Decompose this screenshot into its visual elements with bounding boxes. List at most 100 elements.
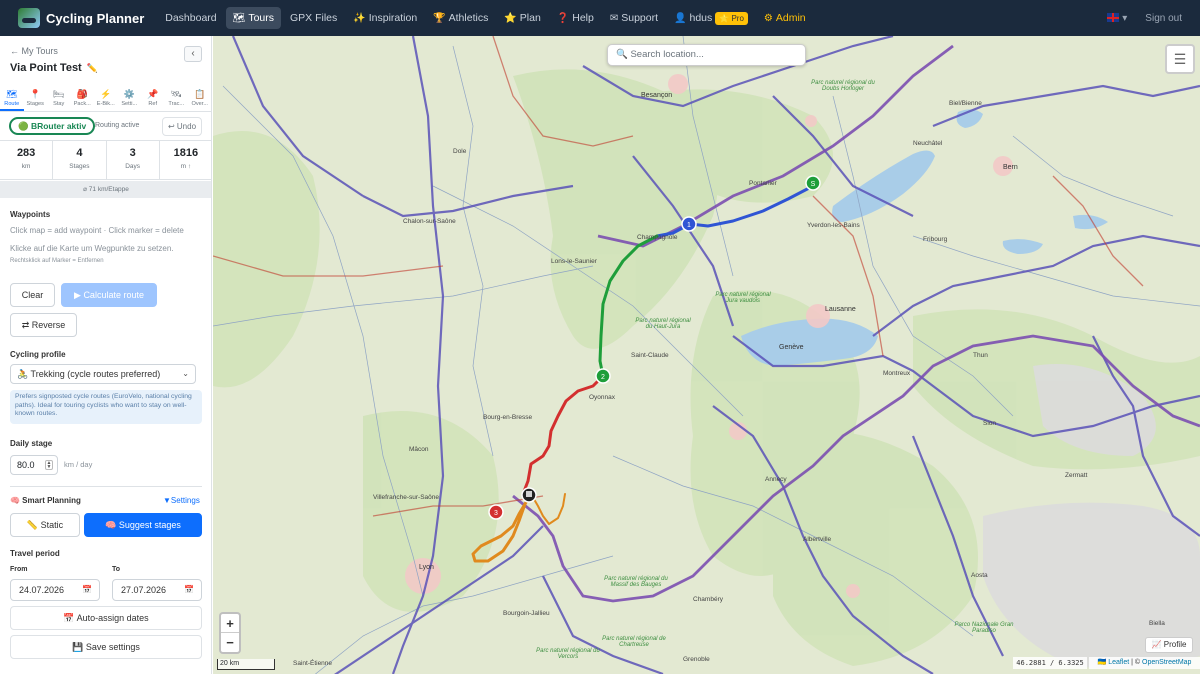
tab-ebike-label: E-Bik... bbox=[96, 101, 115, 107]
map-place-label: Lausanne bbox=[825, 306, 856, 313]
calendar-icon[interactable]: 📅 bbox=[184, 580, 194, 600]
layers-button[interactable]: ☰ bbox=[1165, 44, 1195, 74]
waypoint-marker-label: 3 bbox=[494, 510, 498, 517]
to-date-input[interactable]: 27.07.2026 📅 bbox=[112, 579, 202, 601]
zoom-in-button[interactable]: + bbox=[221, 614, 239, 633]
daily-stage-unit: km / day bbox=[64, 460, 93, 469]
map-park-label: Parco Nazionale Gran Paradiso bbox=[954, 622, 1014, 634]
map-place-label: Sion bbox=[983, 420, 997, 427]
tab-tracking[interactable]: 🛰 Trac... bbox=[165, 86, 189, 111]
map[interactable]: 1 2 3 S Besançon Lons-le-Saunier Bourg-e… bbox=[213, 36, 1200, 674]
layers-icon: ☰ bbox=[1173, 51, 1187, 67]
nav-user[interactable]: 👤 hdus ⭐ Pro bbox=[667, 7, 755, 29]
to-label: To bbox=[112, 566, 121, 573]
nav-athletics-label: Athletics bbox=[448, 12, 489, 24]
stat-unit: Days bbox=[125, 163, 141, 170]
nav-inspiration[interactable]: ✨ Inspiration bbox=[346, 7, 424, 29]
stat-stages: 4 Stages bbox=[53, 141, 107, 179]
nav-tours[interactable]: 🗺 Tours bbox=[225, 7, 282, 29]
tab-stages[interactable]: 📍 Stages bbox=[24, 86, 48, 111]
profile-button[interactable]: 📈 Profile bbox=[1145, 637, 1193, 653]
profile-info: Prefers signposted cycle routes (EuroVel… bbox=[10, 390, 202, 424]
map-place-label: Dole bbox=[453, 148, 467, 155]
leaflet-link[interactable]: 🇺🇦 Leaflet bbox=[1098, 659, 1130, 666]
sign-out-link[interactable]: Sign out bbox=[1145, 13, 1182, 24]
gear-icon: ⚙️ bbox=[123, 89, 135, 99]
map-place-label: Zermatt bbox=[1065, 472, 1088, 479]
stat-days: 3 Days bbox=[107, 141, 160, 179]
tab-settings[interactable]: ⚙️ Setti... bbox=[118, 86, 142, 111]
nav-help[interactable]: ❓ Help bbox=[550, 7, 601, 29]
tab-overview[interactable]: 📋 Over... bbox=[188, 86, 211, 111]
map-search-input[interactable]: 🔍 Search location... bbox=[607, 44, 806, 66]
nav-admin[interactable]: ⚙ Admin bbox=[757, 7, 813, 29]
daily-stage-input[interactable]: 80.0 ▲ ▼ bbox=[10, 455, 58, 475]
auto-assign-dates-button[interactable]: 📅 Auto-assign dates bbox=[10, 606, 202, 630]
nav-gpx-files[interactable]: GPX Files bbox=[283, 7, 344, 29]
save-settings-button[interactable]: 💾 Save settings bbox=[10, 635, 202, 659]
stat-unit: Stages bbox=[69, 163, 90, 170]
pencil-icon[interactable]: ✏️ bbox=[87, 63, 98, 73]
tab-ref[interactable]: 📌 Ref bbox=[141, 86, 165, 111]
tab-stay-label: Stay bbox=[53, 101, 65, 107]
tour-title: Via Point Test ✏️ bbox=[10, 62, 98, 74]
uk-flag-icon bbox=[1107, 13, 1120, 23]
static-button[interactable]: 📏 Static bbox=[10, 513, 80, 537]
trophy-icon: 🏆 bbox=[433, 13, 446, 24]
map-place-label: Montreux bbox=[883, 370, 911, 377]
nav-plan[interactable]: ⭐ Plan bbox=[497, 7, 547, 29]
top-navbar: Cycling Planner Dashboard 🗺 Tours GPX Fil… bbox=[0, 0, 1200, 36]
calendar-icon[interactable]: 📅 bbox=[82, 580, 92, 600]
map-place-label: Yverdon-les-Bains bbox=[807, 222, 860, 229]
per-stage-average: ⌀ 71 km/Etappe bbox=[0, 181, 211, 198]
map-place-label: Fribourg bbox=[923, 236, 948, 243]
tab-stay[interactable]: 🛏 Stay bbox=[47, 86, 71, 111]
reverse-button[interactable]: ⇄ Reverse bbox=[10, 313, 77, 337]
map-place-label: Champagnole bbox=[637, 234, 678, 241]
from-date-input[interactable]: 24.07.2026 📅 bbox=[10, 579, 100, 601]
calculate-route-button[interactable]: ▶ Calculate route bbox=[61, 283, 157, 307]
backpack-icon: 🎒 bbox=[76, 89, 88, 99]
zoom-out-button[interactable]: − bbox=[221, 633, 239, 652]
map-place-label: Bourg-en-Bresse bbox=[483, 414, 533, 421]
back-to-tours-link[interactable]: ← My Tours bbox=[10, 46, 58, 56]
tab-tracking-label: Trac... bbox=[168, 101, 185, 107]
brand[interactable]: Cycling Planner bbox=[18, 8, 144, 28]
daily-stage-value: 80.0 bbox=[17, 460, 35, 470]
tab-ebike[interactable]: ⚡ E-Bik... bbox=[94, 86, 118, 111]
map-place-label: Annecy bbox=[765, 476, 787, 483]
pushpin-icon: 📌 bbox=[147, 89, 159, 99]
stat-distance: 283 km bbox=[0, 141, 54, 179]
language-switcher[interactable]: ▾ bbox=[1107, 13, 1127, 24]
map-park-label: Parc naturel régional du Haut-Jura bbox=[635, 318, 691, 330]
map-place-label: Besançon bbox=[641, 92, 673, 99]
undo-button[interactable]: ↩ Undo bbox=[162, 117, 202, 136]
tab-route[interactable]: 🗺 Route bbox=[0, 86, 24, 111]
stat-unit: km bbox=[21, 163, 31, 170]
osm-link[interactable]: OpenStreetMap bbox=[1142, 659, 1191, 666]
map-park-label: Parc naturel régional de Chartreuse bbox=[602, 636, 666, 648]
route-stats: 283 km 4 Stages 3 Days 1816 m ↑ bbox=[0, 140, 211, 180]
nav-athletics[interactable]: 🏆 Athletics bbox=[426, 7, 495, 29]
nav-dashboard-label: Dashboard bbox=[165, 12, 217, 24]
stat-value: 4 bbox=[76, 147, 83, 159]
map-place-label: Pontarlier bbox=[749, 180, 777, 187]
nav-dashboard[interactable]: Dashboard bbox=[158, 7, 223, 29]
tab-overview-label: Over... bbox=[191, 101, 208, 107]
user-icon: 👤 bbox=[674, 13, 687, 24]
lightning-icon: ⚡ bbox=[100, 89, 112, 99]
tab-packing[interactable]: 🎒 Pack... bbox=[71, 86, 95, 111]
smart-planning-settings-link[interactable]: ▼Settings bbox=[163, 496, 200, 505]
stepper-icon[interactable]: ▲ ▼ bbox=[45, 460, 53, 470]
cycling-profile-select[interactable]: 🚴 Trekking (cycle routes preferred) ⌄ bbox=[10, 364, 196, 384]
travel-period-heading: Travel period bbox=[10, 549, 60, 558]
suggest-stages-button[interactable]: 🧠 Suggest stages bbox=[84, 513, 202, 537]
map-canvas[interactable]: 1 2 3 S bbox=[213, 36, 1200, 674]
bed-icon: 🛏 bbox=[53, 89, 65, 99]
satellite-icon: 🛰 bbox=[170, 89, 182, 99]
nav-support[interactable]: ✉ Support bbox=[603, 7, 665, 29]
collapse-sidebar-button[interactable]: ‹ bbox=[184, 46, 202, 62]
nav-support-label: Support bbox=[621, 12, 659, 24]
clear-button[interactable]: Clear bbox=[10, 283, 55, 307]
map-place-label: Grenoble bbox=[683, 656, 710, 663]
